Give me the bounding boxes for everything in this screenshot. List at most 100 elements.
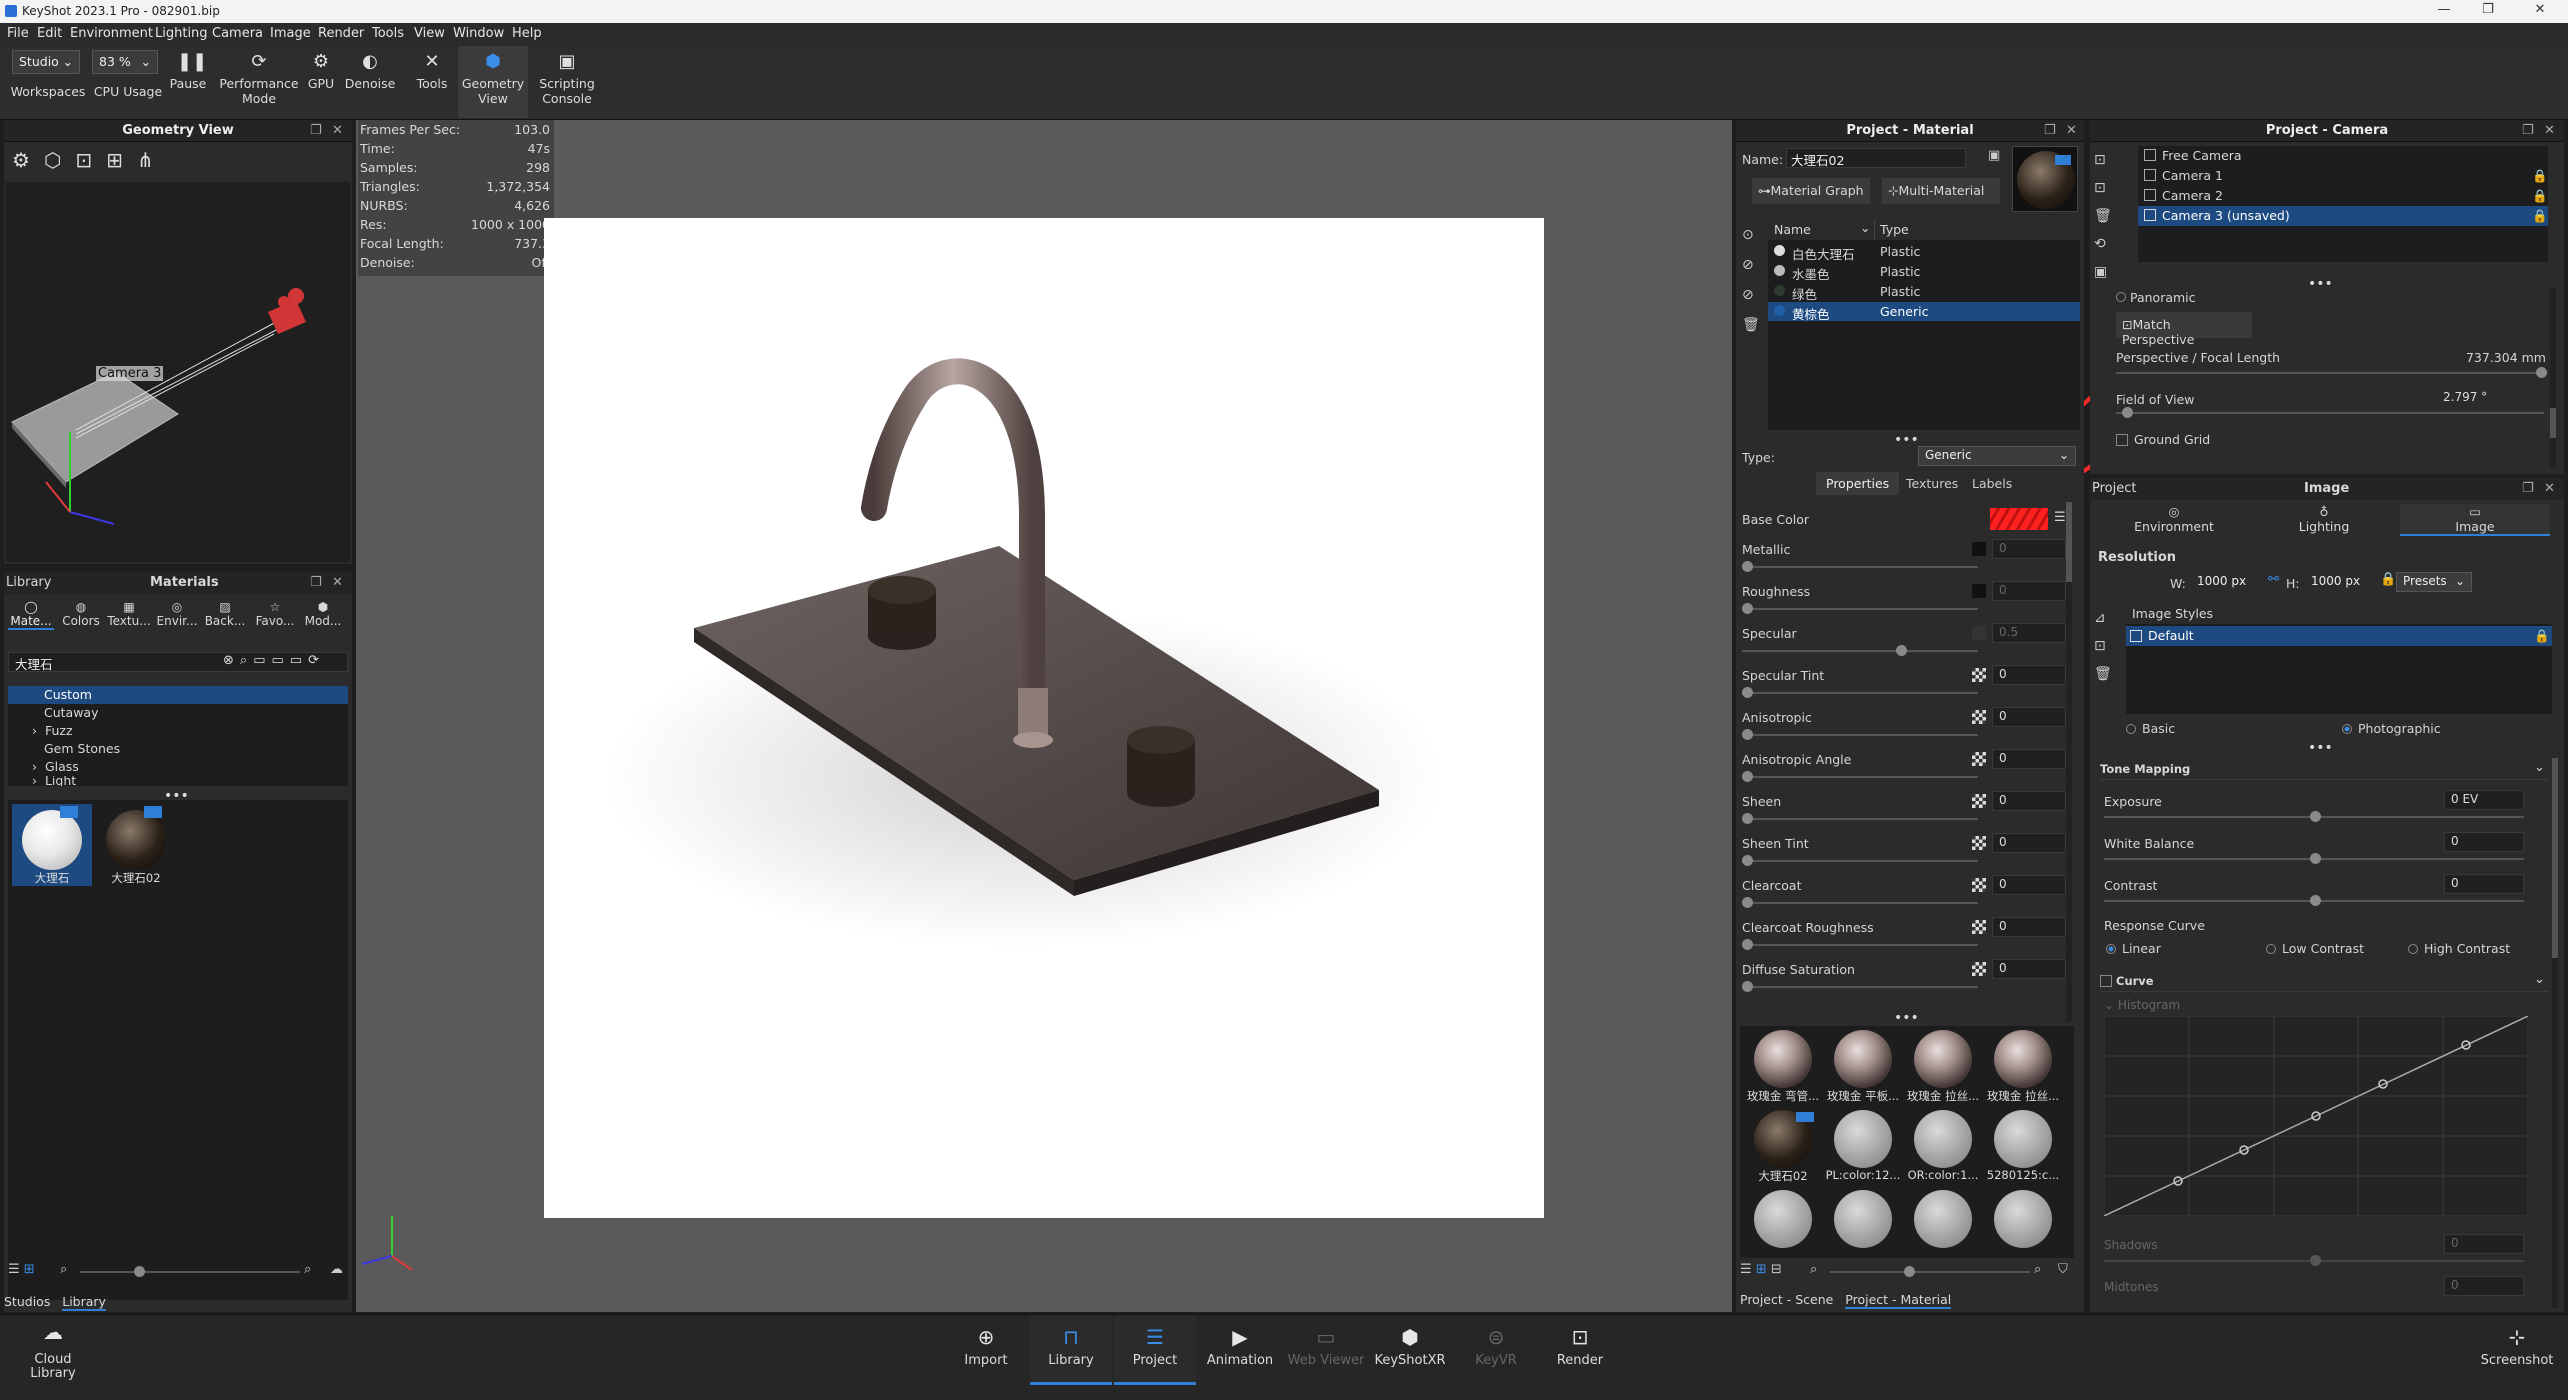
thumb-size-slider[interactable] (1830, 1271, 2030, 1273)
property-slider[interactable] (1742, 902, 1978, 904)
undock-icon[interactable]: ❐ (2522, 123, 2534, 138)
cpu-usage-dropdown[interactable]: 83 % ⌄ (92, 50, 158, 74)
denoise-button[interactable]: ◐ Denoise (342, 46, 398, 118)
zoom-in-icon[interactable]: ⌕ (2034, 1262, 2041, 1277)
property-slider[interactable] (1742, 650, 1978, 652)
cube-icon[interactable]: ⬡ (44, 148, 75, 172)
menu-help[interactable]: Help (512, 26, 542, 41)
material-thumb[interactable]: 大理石02 (1744, 1110, 1822, 1184)
tab-backplates[interactable]: ▨ Back... (202, 600, 248, 628)
select-icon[interactable]: ⊙ (1742, 220, 1760, 250)
lock-icon[interactable]: 🔒 (2532, 168, 2548, 184)
property-slider[interactable] (1742, 776, 1978, 778)
cloud-icon[interactable]: ☁ (330, 1262, 343, 1277)
slider-knob[interactable] (1896, 645, 1907, 656)
material-thumb[interactable]: 玫瑰金 拉丝... (1904, 1030, 1982, 1104)
undock-icon[interactable]: ❐ (310, 575, 322, 590)
close-icon[interactable]: ✕ (332, 123, 343, 138)
render-button[interactable]: ⊡ Render (1540, 1315, 1620, 1385)
unlink-icon[interactable]: ⊘ (1742, 280, 1760, 310)
style-add-icon[interactable]: ⊿ (2094, 604, 2114, 632)
menu-environment[interactable]: Environment (70, 26, 153, 41)
texture-slot-icon[interactable] (1972, 962, 1986, 976)
material-type-dropdown[interactable]: Generic ⌄ (1918, 446, 2076, 466)
filter-icon[interactable]: ⛉ (2058, 1262, 2068, 1277)
zoom-out-icon[interactable]: ⌕ (60, 1262, 67, 1277)
tab-favorites[interactable]: ☆ Favo... (252, 600, 298, 628)
save-icon[interactable]: ▣ (1988, 148, 2000, 163)
sliders-icon[interactable]: ☰ (2054, 510, 2066, 525)
slider-knob[interactable] (1742, 729, 1753, 740)
performance-mode-button[interactable]: ⟳ Performance Mode (216, 46, 302, 118)
list-view-icon[interactable]: ☰ (1740, 1262, 1752, 1277)
undock-icon[interactable]: ❐ (2044, 123, 2056, 138)
material-thumb[interactable]: PL:color:12... (1824, 1110, 1902, 1182)
slider-knob[interactable] (1742, 981, 1753, 992)
tools-button[interactable]: ✕ Tools (408, 46, 456, 118)
tab-environment[interactable]: ◎ Environment (2124, 504, 2224, 534)
slider-knob[interactable] (1742, 687, 1753, 698)
material-thumb[interactable] (1984, 1190, 2062, 1248)
detail-view-icon[interactable]: ⊟ (1771, 1262, 1782, 1277)
tree-item[interactable]: Cutaway (8, 704, 348, 722)
slider-knob[interactable] (2310, 895, 2321, 906)
property-slider[interactable] (1742, 986, 1978, 988)
delete-icon[interactable]: 🗑 (2094, 660, 2114, 688)
animation-button[interactable]: ▶ Animation (1200, 1315, 1280, 1385)
table-row[interactable]: 水墨色 Plastic (1768, 262, 2080, 282)
property-value[interactable]: 0 (1992, 581, 2066, 601)
fov-value[interactable]: 2.797 ° (2436, 388, 2526, 408)
basic-radio[interactable] (2126, 724, 2136, 734)
tab-textures[interactable]: ▦ Textu... (106, 600, 152, 628)
link-icon[interactable]: ⊘ (1742, 250, 1760, 280)
tree-item[interactable]: Gem Stones (8, 740, 348, 758)
web-viewer-button[interactable]: ▭ Web Viewer (1286, 1315, 1366, 1385)
import-button[interactable]: ⊕ Import (946, 1315, 1026, 1385)
tab-project-material[interactable]: Project - Material (1845, 1292, 1952, 1309)
fov-slider[interactable] (2116, 412, 2544, 414)
tab-studios[interactable]: Studios (4, 1294, 50, 1309)
property-value[interactable]: 0.5 (1992, 623, 2066, 643)
property-slider[interactable] (1742, 944, 1978, 946)
slider-knob[interactable] (1904, 1266, 1915, 1277)
tab-environments[interactable]: ◎ Envir... (154, 600, 200, 628)
slider-knob[interactable] (2310, 1255, 2321, 1266)
save-icon[interactable]: ▣ (2094, 258, 2114, 286)
curve-checkbox[interactable] (2100, 975, 2112, 987)
slider-knob[interactable] (1742, 855, 1753, 866)
texture-slot-icon[interactable] (1972, 584, 1986, 598)
material-thumb[interactable] (1824, 1190, 1902, 1248)
tab-colors[interactable]: ◍ Colors (58, 600, 104, 628)
property-value[interactable]: 0 (1992, 749, 2066, 769)
grid-view-icon[interactable]: ⊞ (1756, 1262, 1767, 1277)
material-thumb[interactable] (1744, 1190, 1822, 1248)
property-slider[interactable] (1742, 566, 1978, 568)
slider-knob[interactable] (1742, 771, 1753, 782)
axes-icon[interactable]: ⋔ (137, 148, 168, 172)
thumb-size-slider[interactable] (80, 1271, 300, 1273)
gpu-button[interactable]: ⚙ GPU (300, 46, 342, 118)
property-slider[interactable] (1742, 734, 1978, 736)
reset-icon[interactable]: ⟲ (2094, 230, 2114, 258)
keyvr-button[interactable]: ⊜ KeyVR (1456, 1315, 1536, 1385)
exposure-value[interactable]: 0 EV (2444, 790, 2524, 810)
multi-material-button[interactable]: ⊹Multi-Material (1882, 178, 2000, 204)
search-icon[interactable]: ⌕ (240, 653, 253, 668)
material-thumb[interactable]: 玫瑰金 拉丝... (1984, 1030, 2062, 1104)
texture-slot-icon[interactable] (1972, 752, 1986, 766)
panoramic-radio[interactable] (2116, 292, 2126, 302)
slider-knob[interactable] (1742, 603, 1753, 614)
splitter-handle-icon[interactable]: ••• (2308, 740, 2333, 756)
folder-add-icon[interactable]: ▭ (271, 653, 289, 668)
texture-slot-icon[interactable] (1972, 836, 1986, 850)
property-value[interactable]: 0 (1992, 707, 2066, 727)
table-row[interactable]: 黄棕色 Generic (1768, 302, 2080, 322)
geometry-view-button[interactable]: ⬢ Geometry View (458, 46, 528, 118)
zoom-out-icon[interactable]: ⌕ (1810, 1262, 1817, 1277)
property-value[interactable]: 0 (1992, 959, 2066, 979)
match-perspective-button[interactable]: ⊡Match Perspective (2116, 312, 2252, 347)
slider-knob[interactable] (1742, 939, 1753, 950)
height-input[interactable]: 1000 px (2304, 572, 2368, 592)
list-view-icon[interactable]: ☰ (8, 1262, 20, 1277)
material-thumb[interactable]: 玫瑰金 弯管... (1744, 1030, 1822, 1104)
